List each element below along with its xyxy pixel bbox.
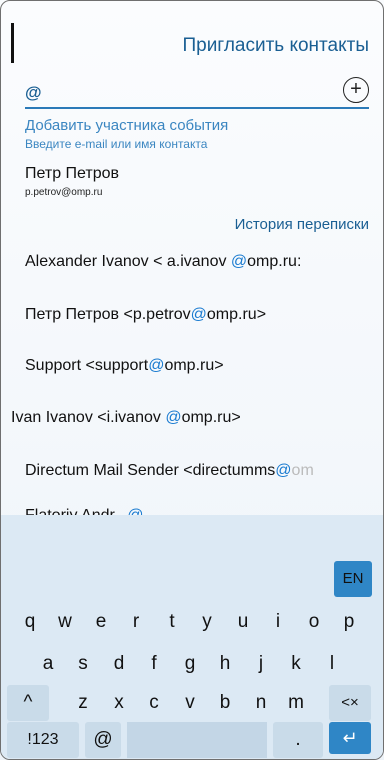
key-c[interactable]: c bbox=[139, 685, 169, 721]
at-key[interactable]: @ bbox=[85, 722, 121, 758]
language-key[interactable]: EN bbox=[334, 561, 372, 597]
history-item-at: @ bbox=[275, 462, 292, 479]
contact-input-value[interactable]: @ bbox=[25, 83, 42, 103]
key-l[interactable]: l bbox=[317, 646, 347, 682]
history-item-domain: om bbox=[291, 462, 314, 479]
suggestion-email[interactable]: p.petrov@omp.ru bbox=[25, 187, 102, 198]
shift-key[interactable]: ^ bbox=[7, 685, 49, 721]
key-u[interactable]: u bbox=[228, 604, 258, 640]
key-t[interactable]: t bbox=[157, 604, 187, 640]
key-b[interactable]: b bbox=[210, 685, 240, 721]
key-i[interactable]: i bbox=[263, 604, 293, 640]
history-item[interactable]: Петр Петров <p.petrov@omp.ru> bbox=[25, 306, 266, 324]
key-k[interactable]: k bbox=[281, 646, 311, 682]
text-cursor bbox=[11, 23, 14, 63]
history-item-at: @ bbox=[127, 507, 143, 515]
history-item-domain: omp.ru> bbox=[181, 409, 241, 426]
history-item-text: Flatoriy Andr... bbox=[25, 507, 127, 515]
history-item-at: @ bbox=[148, 357, 165, 374]
key-e[interactable]: e bbox=[86, 604, 116, 640]
history-item-text: Ivan Ivanov <i.ivanov bbox=[11, 409, 166, 426]
key-o[interactable]: o bbox=[299, 604, 329, 640]
history-item[interactable]: Ivan Ivanov <i.ivanov @omp.ru> bbox=[11, 409, 241, 427]
add-contact-button[interactable]: + bbox=[343, 77, 369, 103]
key-q[interactable]: q bbox=[15, 604, 45, 640]
key-x[interactable]: x bbox=[104, 685, 134, 721]
plus-circle-icon: + bbox=[350, 78, 362, 100]
enter-icon: ↵ bbox=[342, 728, 358, 748]
history-item-domain: omp.ru> bbox=[164, 357, 224, 374]
hint-subtitle: Введите e-mail или имя контакта bbox=[25, 137, 208, 151]
key-y[interactable]: y bbox=[192, 604, 222, 640]
key-r[interactable]: r bbox=[121, 604, 151, 640]
enter-key[interactable]: ↵ bbox=[329, 722, 371, 754]
history-label: История переписки bbox=[234, 216, 369, 233]
suggestion-name[interactable]: Петр Петров bbox=[25, 165, 119, 183]
history-item-domain: omp.ru: bbox=[247, 253, 302, 270]
space-key[interactable] bbox=[127, 722, 267, 758]
key-z[interactable]: z bbox=[68, 685, 98, 721]
history-item-text: Directum Mail Sender <directumms bbox=[25, 462, 276, 479]
hint-title: Добавить участника события bbox=[25, 117, 229, 134]
history-item-text: Петр Петров <p.petrov bbox=[25, 306, 191, 323]
key-j[interactable]: j bbox=[246, 646, 276, 682]
key-a[interactable]: a bbox=[33, 646, 63, 682]
history-item-at: @ bbox=[190, 306, 207, 323]
key-w[interactable]: w bbox=[50, 604, 80, 640]
key-v[interactable]: v bbox=[175, 685, 205, 721]
backspace-key[interactable]: <× bbox=[329, 685, 371, 721]
period-key[interactable]: . bbox=[273, 722, 323, 758]
history-item[interactable]: Directum Mail Sender <directumms@om bbox=[25, 462, 314, 480]
history-item[interactable]: Support <support@omp.ru> bbox=[25, 357, 224, 375]
history-item-at: @ bbox=[230, 253, 248, 270]
page-title: Пригласить контакты bbox=[182, 35, 369, 56]
contact-input[interactable]: @ + bbox=[25, 77, 369, 109]
history-item[interactable]: Alexander Ivanov < a.ivanov @omp.ru: bbox=[25, 253, 301, 271]
key-p[interactable]: p bbox=[334, 604, 364, 640]
key-d[interactable]: d bbox=[104, 646, 134, 682]
history-item-text: Support <support bbox=[25, 357, 149, 374]
symbols-key[interactable]: !123 bbox=[7, 722, 79, 758]
history-item-domain: omp.ru> bbox=[206, 306, 267, 323]
key-s[interactable]: s bbox=[68, 646, 98, 682]
history-item-at: @ bbox=[165, 409, 182, 426]
history-item-text: Alexander Ivanov < a.ivanov bbox=[25, 253, 231, 270]
key-f[interactable]: f bbox=[139, 646, 169, 682]
key-g[interactable]: g bbox=[175, 646, 205, 682]
history-item[interactable]: Flatoriy Andr...@ bbox=[25, 507, 144, 515]
screen: Пригласить контакты @ + Добавить участни… bbox=[0, 0, 384, 760]
key-m[interactable]: m bbox=[281, 685, 311, 721]
key-h[interactable]: h bbox=[210, 646, 240, 682]
key-n[interactable]: n bbox=[246, 685, 276, 721]
